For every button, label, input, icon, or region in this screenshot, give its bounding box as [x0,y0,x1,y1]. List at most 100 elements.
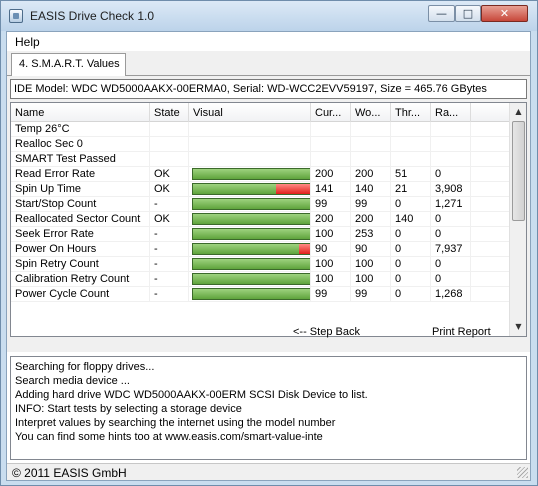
cell-state [150,122,189,137]
table-row[interactable]: Start/Stop Count -99 99 0 1,271 [11,197,509,212]
table-header: Name State Visual Cur... Wo... Thr... Ra… [11,103,509,122]
minimize-button[interactable]: — [428,5,455,22]
cell-threshold: 140 [391,212,431,227]
cell-name: Start/Stop Count [11,197,150,212]
health-bar [192,213,310,225]
cell-name: Temp 26°C [11,122,150,137]
column-header-name[interactable]: Name [11,103,150,122]
cell-name: SMART Test Passed [11,152,150,167]
column-header-raw[interactable]: Ra... [431,103,471,122]
cell-state [150,137,189,152]
cell-worst: 253 [351,227,391,242]
cell-visual [189,227,311,242]
cell-current: 200 [311,212,351,227]
tab-smart-values[interactable]: 4. S.M.A.R.T. Values [11,53,126,77]
cell-current: 99 [311,287,351,302]
table-row[interactable]: Reallocated Sector Count OK 200 200 140 0 [11,212,509,227]
cell-worst: 100 [351,272,391,287]
cell-current: 100 [311,257,351,272]
cell-current [311,152,351,167]
cell-current: 90 [311,242,351,257]
window-title: EASIS Drive Check 1.0 [30,9,155,23]
cell-current: 100 [311,272,351,287]
health-bar-deficit [276,184,310,194]
cell-name: Power On Hours [11,242,150,257]
cell-raw: 1,268 [431,287,471,302]
cell-threshold: 0 [391,257,431,272]
model-info-field: IDE Model: WDC WD5000AAKX-00ERMA0, Seria… [10,79,527,99]
step-back-link[interactable]: <-- Step Back [293,326,360,338]
cell-raw [431,122,471,137]
cell-threshold: 0 [391,272,431,287]
table-row[interactable]: Realloc Sec 0 [11,137,509,152]
column-header-worst[interactable]: Wo... [351,103,391,122]
table-scrollbar[interactable]: ▲ ▼ [509,103,526,336]
table-row[interactable]: Calibration Retry Count -100 100 0 0 [11,272,509,287]
table-row[interactable]: Seek Error Rate -100 253 0 0 [11,227,509,242]
cell-visual [189,287,311,302]
title-bar[interactable]: EASIS Drive Check 1.0 — □ ✕ [1,1,537,31]
resize-grip-icon[interactable] [517,467,528,478]
column-header-state[interactable]: State [150,103,189,122]
health-bar [192,228,310,240]
table-row[interactable]: Spin Retry Count -100 100 0 0 [11,257,509,272]
cell-state: - [150,227,189,242]
cell-threshold [391,122,431,137]
cell-current: 100 [311,227,351,242]
column-header-threshold[interactable]: Thr... [391,103,431,122]
cell-visual [189,272,311,287]
cell-raw: 0 [431,257,471,272]
scroll-down-icon[interactable]: ▼ [511,319,526,334]
cell-name: Calibration Retry Count [11,272,150,287]
table-row[interactable]: Power Cycle Count -99 99 0 1,268 [11,287,509,302]
table-row[interactable]: Power On Hours -90 90 0 7,937 [11,242,509,257]
health-bar-deficit [299,244,310,254]
health-bar [192,258,310,270]
health-bar [192,183,310,195]
log-line: Interpret values by searching the intern… [15,417,336,429]
scroll-up-icon[interactable]: ▲ [511,104,526,119]
table-row[interactable]: Read Error Rate OK 200 200 51 0 [11,167,509,182]
column-header-current[interactable]: Cur... [311,103,351,122]
cell-state [150,152,189,167]
cell-worst [351,137,391,152]
menu-help[interactable]: Help [15,35,40,49]
scrollbar-thumb[interactable] [512,121,525,221]
copyright-text: © 2011 EASIS GmbH [12,466,127,480]
cell-worst [351,122,391,137]
cell-visual [189,137,311,152]
maximize-button[interactable]: □ [455,5,481,22]
table-row[interactable]: Spin Up Time OK 141 140 21 3,908 [11,182,509,197]
cell-worst: 90 [351,242,391,257]
cell-raw: 0 [431,272,471,287]
cell-raw [431,137,471,152]
app-icon [9,9,23,23]
log-line: Search media device ... [15,375,130,387]
cell-current: 99 [311,197,351,212]
cell-state: - [150,197,189,212]
print-report-link[interactable]: Print Report [432,326,491,338]
cell-current: 141 [311,182,351,197]
cell-state: - [150,257,189,272]
cell-name: Power Cycle Count [11,287,150,302]
cell-visual [189,197,311,212]
table-row[interactable]: SMART Test Passed [11,152,509,167]
cell-threshold [391,152,431,167]
cell-worst: 200 [351,212,391,227]
smart-table[interactable]: Name State Visual Cur... Wo... Thr... Ra… [10,102,527,337]
cell-threshold: 51 [391,167,431,182]
cell-state: OK [150,182,189,197]
health-bar [192,198,310,210]
table-row[interactable]: Temp 26°C [11,122,509,137]
cell-threshold: 21 [391,182,431,197]
health-bar [192,243,310,255]
cell-current [311,137,351,152]
cell-worst: 99 [351,287,391,302]
close-button[interactable]: ✕ [481,5,528,22]
tab-strip: 4. S.M.A.R.T. Values [7,51,530,77]
cell-raw: 0 [431,212,471,227]
cell-threshold: 0 [391,197,431,212]
cell-visual [189,167,311,182]
column-header-visual[interactable]: Visual [189,103,311,122]
log-line: You can find some hints too at www.easis… [15,431,323,443]
